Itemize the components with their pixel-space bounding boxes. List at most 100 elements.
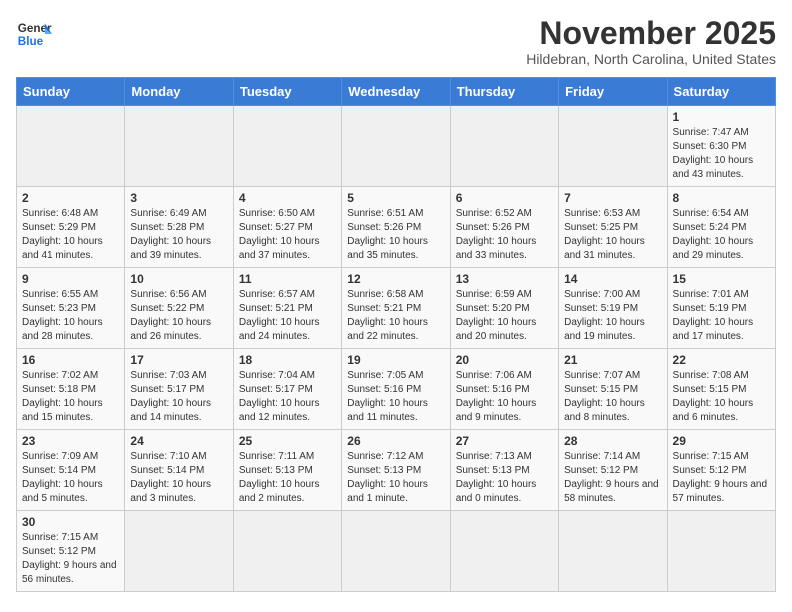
calendar-day-cell: 24Sunrise: 7:10 AM Sunset: 5:14 PM Dayli…: [125, 430, 233, 511]
day-info: Sunrise: 7:00 AM Sunset: 5:19 PM Dayligh…: [564, 288, 661, 344]
calendar-day-cell: [342, 106, 450, 187]
day-number: 22: [673, 353, 770, 367]
svg-text:Blue: Blue: [18, 35, 44, 48]
calendar-day-cell: [450, 511, 558, 592]
day-info: Sunrise: 7:12 AM Sunset: 5:13 PM Dayligh…: [347, 450, 444, 506]
calendar-week-row: 2 Sunrise: 6:48 AM Sunset: 5:29 PM Daylig…: [17, 187, 776, 268]
location: Hildebran, North Carolina, United States: [526, 51, 776, 67]
calendar-day-cell: 25 Sunrise: 7:11 AM Sunset: 5:13 PM Dayli…: [233, 430, 341, 511]
day-number: 12: [347, 272, 444, 286]
day-info: Sunrise: 7:14 AM Sunset: 5:12 PM Dayligh…: [564, 450, 661, 506]
day-info: Sunrise: 7:10 AM Sunset: 5:14 PM Dayligh…: [130, 450, 227, 506]
calendar-table: SundayMondayTuesdayWednesdayThursdayFrid…: [16, 77, 776, 592]
day-number: 5: [347, 191, 444, 205]
calendar-day-cell: [559, 511, 667, 592]
calendar-day-cell: 18 Sunrise: 7:04 AM Sunset: 5:17 PM Dayli…: [233, 349, 341, 430]
day-number: 25: [239, 434, 336, 448]
calendar-week-row: 16Sunrise: 7:02 AM Sunset: 5:18 PM Dayli…: [17, 349, 776, 430]
title-block: November 2025 Hildebran, North Carolina,…: [526, 16, 776, 67]
day-info: Sunrise: 7:09 AM Sunset: 5:14 PM Dayligh…: [22, 450, 119, 506]
calendar-header: SundayMondayTuesdayWednesdayThursdayFrid…: [17, 78, 776, 106]
calendar-day-cell: [667, 511, 775, 592]
calendar-day-cell: 27 Sunrise: 7:13 AM Sunset: 5:13 PM Dayli…: [450, 430, 558, 511]
day-number: 3: [130, 191, 227, 205]
calendar-day-cell: [559, 106, 667, 187]
day-info: Sunrise: 7:07 AM Sunset: 5:15 PM Dayligh…: [564, 369, 661, 425]
day-number: 20: [456, 353, 553, 367]
calendar-day-cell: 8 Sunrise: 6:54 AM Sunset: 5:24 PM Daylig…: [667, 187, 775, 268]
day-number: 29: [673, 434, 770, 448]
day-number: 23: [22, 434, 119, 448]
day-info: Sunrise: 6:52 AM Sunset: 5:26 PM Dayligh…: [456, 207, 553, 263]
calendar-day-cell: 14Sunrise: 7:00 AM Sunset: 5:19 PM Dayli…: [559, 268, 667, 349]
day-info: Sunrise: 7:11 AM Sunset: 5:13 PM Dayligh…: [239, 450, 336, 506]
page-header: General Blue November 2025 Hildebran, No…: [16, 16, 776, 67]
calendar-day-cell: 16Sunrise: 7:02 AM Sunset: 5:18 PM Dayli…: [17, 349, 125, 430]
calendar-day-cell: 2 Sunrise: 6:48 AM Sunset: 5:29 PM Daylig…: [17, 187, 125, 268]
day-info: Sunrise: 7:05 AM Sunset: 5:16 PM Dayligh…: [347, 369, 444, 425]
day-info: Sunrise: 7:06 AM Sunset: 5:16 PM Dayligh…: [456, 369, 553, 425]
day-info: Sunrise: 7:04 AM Sunset: 5:17 PM Dayligh…: [239, 369, 336, 425]
day-info: Sunrise: 6:48 AM Sunset: 5:29 PM Dayligh…: [22, 207, 119, 263]
day-info: Sunrise: 6:51 AM Sunset: 5:26 PM Dayligh…: [347, 207, 444, 263]
day-info: Sunrise: 6:59 AM Sunset: 5:20 PM Dayligh…: [456, 288, 553, 344]
calendar-day-cell: [17, 106, 125, 187]
day-info: Sunrise: 7:08 AM Sunset: 5:15 PM Dayligh…: [673, 369, 770, 425]
day-number: 30: [22, 515, 119, 529]
day-info: Sunrise: 6:56 AM Sunset: 5:22 PM Dayligh…: [130, 288, 227, 344]
calendar-day-cell: 9 Sunrise: 6:55 AM Sunset: 5:23 PM Daylig…: [17, 268, 125, 349]
day-number: 17: [130, 353, 227, 367]
day-info: Sunrise: 7:15 AM Sunset: 5:12 PM Dayligh…: [22, 531, 119, 587]
day-number: 26: [347, 434, 444, 448]
calendar-day-cell: [233, 106, 341, 187]
day-info: Sunrise: 7:47 AM Sunset: 6:30 PM Dayligh…: [673, 126, 770, 182]
weekday-header: Friday: [559, 78, 667, 106]
weekday-header: Thursday: [450, 78, 558, 106]
calendar-day-cell: [450, 106, 558, 187]
day-info: Sunrise: 6:55 AM Sunset: 5:23 PM Dayligh…: [22, 288, 119, 344]
calendar-day-cell: 15 Sunrise: 7:01 AM Sunset: 5:19 PM Dayli…: [667, 268, 775, 349]
calendar-day-cell: 13Sunrise: 6:59 AM Sunset: 5:20 PM Dayli…: [450, 268, 558, 349]
calendar-day-cell: 20 Sunrise: 7:06 AM Sunset: 5:16 PM Dayli…: [450, 349, 558, 430]
weekday-header: Wednesday: [342, 78, 450, 106]
calendar-day-cell: 23 Sunrise: 7:09 AM Sunset: 5:14 PM Dayli…: [17, 430, 125, 511]
day-info: Sunrise: 6:50 AM Sunset: 5:27 PM Dayligh…: [239, 207, 336, 263]
weekday-header: Monday: [125, 78, 233, 106]
logo: General Blue: [16, 16, 52, 52]
calendar-day-cell: 12 Sunrise: 6:58 AM Sunset: 5:21 PM Dayli…: [342, 268, 450, 349]
calendar-week-row: 9 Sunrise: 6:55 AM Sunset: 5:23 PM Daylig…: [17, 268, 776, 349]
day-info: Sunrise: 6:58 AM Sunset: 5:21 PM Dayligh…: [347, 288, 444, 344]
day-info: Sunrise: 7:13 AM Sunset: 5:13 PM Dayligh…: [456, 450, 553, 506]
day-info: Sunrise: 6:54 AM Sunset: 5:24 PM Dayligh…: [673, 207, 770, 263]
day-number: 28: [564, 434, 661, 448]
calendar-day-cell: 29 Sunrise: 7:15 AM Sunset: 5:12 PM Dayli…: [667, 430, 775, 511]
calendar-day-cell: 30 Sunrise: 7:15 AM Sunset: 5:12 PM Dayli…: [17, 511, 125, 592]
calendar-day-cell: 17 Sunrise: 7:03 AM Sunset: 5:17 PM Dayli…: [125, 349, 233, 430]
calendar-day-cell: 21Sunrise: 7:07 AM Sunset: 5:15 PM Dayli…: [559, 349, 667, 430]
month-title: November 2025: [526, 16, 776, 51]
day-number: 27: [456, 434, 553, 448]
day-number: 9: [22, 272, 119, 286]
weekday-row: SundayMondayTuesdayWednesdayThursdayFrid…: [17, 78, 776, 106]
calendar-day-cell: 10 Sunrise: 6:56 AM Sunset: 5:22 PM Dayli…: [125, 268, 233, 349]
calendar-day-cell: 22 Sunrise: 7:08 AM Sunset: 5:15 PM Dayli…: [667, 349, 775, 430]
calendar-day-cell: [342, 511, 450, 592]
day-info: Sunrise: 7:15 AM Sunset: 5:12 PM Dayligh…: [673, 450, 770, 506]
day-number: 18: [239, 353, 336, 367]
day-info: Sunrise: 6:57 AM Sunset: 5:21 PM Dayligh…: [239, 288, 336, 344]
calendar-week-row: 30 Sunrise: 7:15 AM Sunset: 5:12 PM Dayli…: [17, 511, 776, 592]
day-number: 8: [673, 191, 770, 205]
day-info: Sunrise: 7:01 AM Sunset: 5:19 PM Dayligh…: [673, 288, 770, 344]
logo-icon: General Blue: [16, 16, 52, 52]
day-info: Sunrise: 6:53 AM Sunset: 5:25 PM Dayligh…: [564, 207, 661, 263]
day-info: Sunrise: 7:03 AM Sunset: 5:17 PM Dayligh…: [130, 369, 227, 425]
weekday-header: Sunday: [17, 78, 125, 106]
calendar-day-cell: [125, 106, 233, 187]
calendar-day-cell: [233, 511, 341, 592]
day-number: 15: [673, 272, 770, 286]
day-number: 2: [22, 191, 119, 205]
calendar-day-cell: [125, 511, 233, 592]
day-info: Sunrise: 7:02 AM Sunset: 5:18 PM Dayligh…: [22, 369, 119, 425]
day-number: 10: [130, 272, 227, 286]
calendar-day-cell: 28 Sunrise: 7:14 AM Sunset: 5:12 PM Dayli…: [559, 430, 667, 511]
